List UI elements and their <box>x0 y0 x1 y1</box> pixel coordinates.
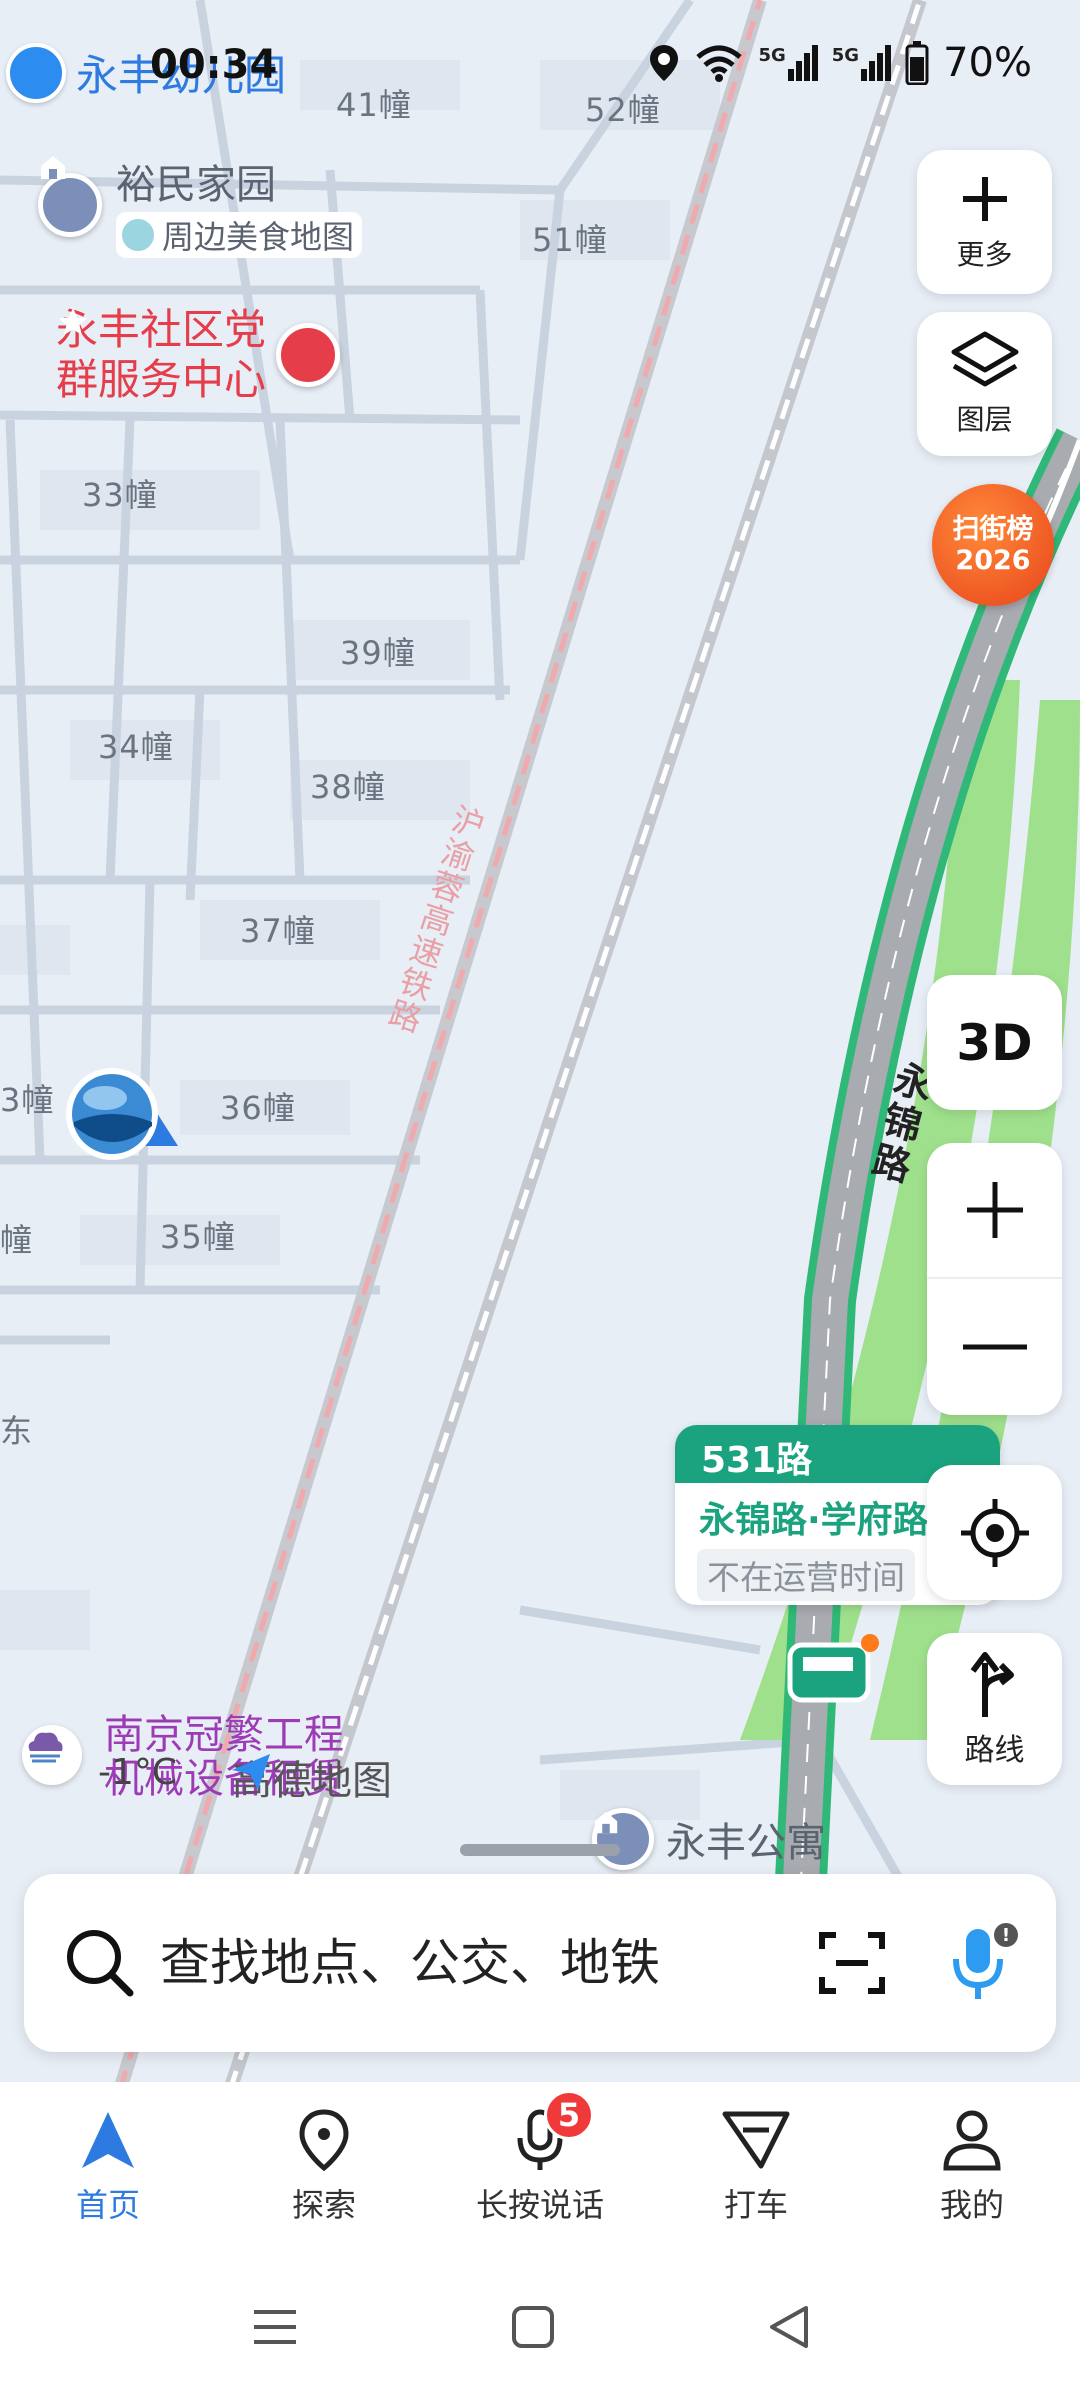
bottom-nav: 首页 探索 5 长按说话 打车 我的 <box>0 2082 1080 2252</box>
weather-temp: -1°C <box>98 1752 178 1793</box>
bus-status: 不在运营时间 <box>697 1549 915 1601</box>
locate-me-button[interactable] <box>927 1465 1062 1600</box>
search-icon <box>67 1930 134 1997</box>
view-3d-button[interactable]: 3D <box>927 975 1062 1110</box>
street-ranking-badge[interactable]: 扫街榜 2026 <box>932 484 1054 606</box>
status-bar: 永丰幼儿园 00:34 5G 5G 70% <box>0 0 1080 140</box>
taxi-icon <box>722 2111 790 2169</box>
zoom-in-button[interactable] <box>927 1143 1062 1279</box>
poi-name: 裕民家园 <box>116 162 276 208</box>
signal-5g-icon: 5G <box>832 45 892 81</box>
nav-taxi[interactable]: 打车 <box>648 2082 864 2252</box>
battery-percent: 70% <box>943 40 1032 86</box>
block-label: 幢 <box>0 1221 34 1259</box>
zoom-out-button[interactable] <box>927 1279 1062 1415</box>
block-label: 37幢 <box>240 912 316 950</box>
block-label: 3幢 <box>0 1081 55 1119</box>
nav-voice-label: 长按说话 <box>475 2186 604 2224</box>
zoom-controls <box>927 1143 1062 1415</box>
amap-logo: 高德地图 <box>228 1748 392 1806</box>
poi-name-line2: 群服务中心 <box>56 355 267 405</box>
nav-voice[interactable]: 5 长按说话 <box>432 2082 648 2252</box>
search-input[interactable] <box>160 1934 760 1992</box>
nav-explore[interactable]: 探索 <box>216 2082 432 2252</box>
block-label: 34幢 <box>98 728 174 766</box>
crosshair-icon <box>960 1498 1029 1567</box>
poi-yumin-jiayuan[interactable]: 裕民家园 周边美食地图 <box>38 152 363 258</box>
poi-food-map-link[interactable]: 周边美食地图 <box>162 212 354 258</box>
nav-explore-label: 探索 <box>291 2186 356 2224</box>
voice-search-button[interactable]: ! <box>944 1923 1018 2003</box>
location-icon <box>650 45 679 81</box>
back-button[interactable] <box>766 2302 812 2352</box>
block-label: 39幢 <box>340 634 416 672</box>
residential-icon <box>38 156 102 237</box>
plus-icon <box>962 177 1007 221</box>
map-pin-icon <box>299 2109 349 2172</box>
battery-icon <box>905 41 929 85</box>
map-text-fragment: 东 <box>0 1412 34 1450</box>
system-navigation-bar <box>0 2252 1080 2400</box>
nav-profile-label: 我的 <box>939 2186 1004 2224</box>
block-label: 36幢 <box>220 1089 296 1127</box>
amap-logo-icon <box>232 1754 270 1790</box>
cloud-icon <box>28 1732 63 1763</box>
block-label: 38幢 <box>310 768 386 806</box>
road-label: 永锦路 <box>861 1056 937 1190</box>
railway-label: 沪渝蓉高速铁路 <box>380 799 490 1039</box>
current-location-marker[interactable] <box>60 1062 180 1162</box>
block-label: 33幢 <box>82 476 158 514</box>
route-arrow-icon <box>970 1652 1014 1717</box>
sheet-drag-handle[interactable] <box>460 1844 620 1856</box>
food-avatar-icon <box>120 217 156 253</box>
home-button[interactable] <box>510 2304 556 2350</box>
more-button[interactable]: 更多 <box>917 150 1052 294</box>
weather-widget[interactable] <box>22 1725 82 1785</box>
layers-button[interactable]: 图层 <box>917 312 1052 456</box>
poi-yongfeng-community-center[interactable]: 永丰社区党 群服务中心 <box>56 305 341 406</box>
nav-profile[interactable]: 我的 <box>864 2082 1080 2252</box>
voice-alert-icon: ! <box>994 1923 1018 1947</box>
home-arrow-icon <box>82 2112 134 2168</box>
minus-icon <box>962 1344 1027 1350</box>
map-canvas[interactable]: 41幢 52幢 51幢 33幢 39幢 34幢 38幢 37幢 36幢 35幢 … <box>0 0 1080 2090</box>
layers-icon <box>951 331 1018 387</box>
nav-home[interactable]: 首页 <box>0 2082 216 2252</box>
wifi-icon <box>696 45 743 82</box>
notification-badge: 5 <box>544 2090 594 2140</box>
more-label: 更多 <box>956 238 1013 271</box>
signal-5g-icon: 5G <box>758 45 818 81</box>
route-label: 路线 <box>964 1733 1025 1768</box>
block-label: 35幢 <box>160 1218 236 1256</box>
star-icon <box>58 307 341 388</box>
nav-home-label: 首页 <box>75 2186 140 2224</box>
route-button[interactable]: 路线 <box>927 1633 1062 1785</box>
layers-label: 图层 <box>956 403 1013 436</box>
nav-taxi-label: 打车 <box>723 2186 788 2224</box>
poi-yongfeng-apartment[interactable]: 永丰公寓 <box>592 1808 826 1870</box>
search-bar[interactable]: ! <box>24 1874 1056 2052</box>
residential-icon <box>592 1808 654 1870</box>
poi-name: 永丰公寓 <box>666 1820 826 1866</box>
recent-apps-button[interactable] <box>250 2302 300 2352</box>
plus-icon <box>966 1182 1023 1238</box>
status-time: 00:34 <box>150 42 278 88</box>
kindergarten-icon <box>6 42 66 103</box>
scan-icon[interactable] <box>818 1931 886 1995</box>
user-icon <box>943 2110 1001 2171</box>
block-label: 51幢 <box>532 221 608 259</box>
